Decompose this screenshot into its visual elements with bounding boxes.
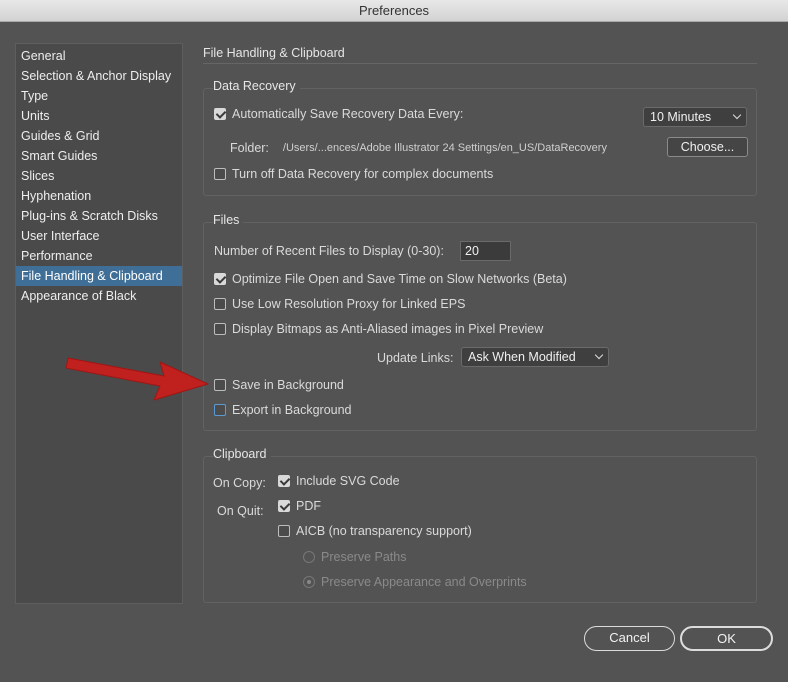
recent-files-label: Number of Recent Files to Display (0-30)… — [214, 244, 444, 258]
files-title: Files — [213, 213, 244, 227]
turn-off-recovery-row[interactable]: Turn off Data Recovery for complex docum… — [214, 167, 493, 181]
include-svg-row[interactable]: Include SVG Code — [278, 474, 400, 488]
sidebar-item-guides-grid[interactable]: Guides & Grid — [16, 126, 182, 146]
sidebar-item-smart-guides[interactable]: Smart Guides — [16, 146, 182, 166]
sidebar-item-file-handling-clipboard[interactable]: File Handling & Clipboard — [16, 266, 182, 286]
save-in-background-row[interactable]: Save in Background — [214, 378, 344, 392]
folder-row: Folder: /Users/...ences/Adobe Illustrato… — [230, 141, 607, 155]
pane-title-divider — [203, 63, 757, 64]
clipboard-group: Clipboard On Copy: Include SVG Code On Q… — [203, 447, 757, 603]
aicb-label: AICB (no transparency support) — [296, 524, 472, 538]
save-in-background-checkbox-icon[interactable] — [214, 379, 226, 391]
update-links-select[interactable]: Ask When Modified — [461, 347, 609, 367]
optimize-label: Optimize File Open and Save Time on Slow… — [232, 272, 567, 286]
aicb-checkbox-icon[interactable] — [278, 525, 290, 537]
recovery-interval-select[interactable]: 10 Minutes — [643, 107, 747, 127]
on-quit-label: On Quit: — [217, 504, 264, 518]
recent-files-row: Number of Recent Files to Display (0-30)… — [214, 244, 444, 258]
sidebar-item-selection-anchor-display[interactable]: Selection & Anchor Display — [16, 66, 182, 86]
auto-save-checkbox-icon[interactable] — [214, 108, 226, 120]
data-recovery-title: Data Recovery — [213, 79, 300, 93]
anti-aliased-bitmaps-row[interactable]: Display Bitmaps as Anti-Aliased images i… — [214, 322, 543, 336]
optimize-row[interactable]: Optimize File Open and Save Time on Slow… — [214, 272, 567, 286]
sidebar-item-performance[interactable]: Performance — [16, 246, 182, 266]
folder-label: Folder: — [230, 141, 269, 155]
clipboard-title: Clipboard — [213, 447, 271, 461]
pane-title: File Handling & Clipboard — [203, 46, 345, 60]
files-group: Files Number of Recent Files to Display … — [203, 213, 757, 431]
preserve-paths-label: Preserve Paths — [321, 550, 407, 564]
sidebar-item-units[interactable]: Units — [16, 106, 182, 126]
on-copy-label-row: On Copy: — [213, 476, 266, 490]
export-in-background-label: Export in Background — [232, 403, 352, 417]
low-res-proxy-row[interactable]: Use Low Resolution Proxy for Linked EPS — [214, 297, 465, 311]
preserve-appearance-label: Preserve Appearance and Overprints — [321, 575, 527, 589]
sidebar-item-plugins-scratch-disks[interactable]: Plug-ins & Scratch Disks — [16, 206, 182, 226]
auto-save-row[interactable]: Automatically Save Recovery Data Every: — [214, 107, 463, 121]
aicb-row[interactable]: AICB (no transparency support) — [278, 524, 472, 538]
include-svg-checkbox-icon[interactable] — [278, 475, 290, 487]
update-links-value: Ask When Modified — [468, 350, 576, 364]
low-res-proxy-checkbox-icon[interactable] — [214, 298, 226, 310]
include-svg-label: Include SVG Code — [296, 474, 400, 488]
recovery-interval-value: 10 Minutes — [650, 110, 712, 124]
sidebar-item-user-interface[interactable]: User Interface — [16, 226, 182, 246]
chevron-down-icon — [594, 350, 604, 360]
preserve-appearance-row: Preserve Appearance and Overprints — [303, 575, 527, 589]
sidebar-item-appearance-of-black[interactable]: Appearance of Black — [16, 286, 182, 306]
anti-aliased-bitmaps-checkbox-icon[interactable] — [214, 323, 226, 335]
folder-path: /Users/...ences/Adobe Illustrator 24 Set… — [282, 142, 607, 154]
chevron-down-icon — [732, 110, 742, 120]
save-in-background-label: Save in Background — [232, 378, 344, 392]
red-arrow-annotation-icon — [65, 357, 209, 401]
low-res-proxy-label: Use Low Resolution Proxy for Linked EPS — [232, 297, 466, 311]
ok-button[interactable]: OK — [680, 626, 773, 651]
sidebar-item-hyphenation[interactable]: Hyphenation — [16, 186, 182, 206]
pdf-row[interactable]: PDF — [278, 499, 321, 513]
cancel-button[interactable]: Cancel — [584, 626, 675, 651]
export-in-background-checkbox-icon[interactable] — [214, 404, 226, 416]
choose-folder-button[interactable]: Choose... — [667, 137, 748, 157]
update-links-row: Update Links: — [377, 351, 453, 365]
preserve-paths-row: Preserve Paths — [303, 550, 406, 564]
turn-off-recovery-checkbox-icon[interactable] — [214, 168, 226, 180]
window-titlebar: Preferences — [0, 0, 788, 22]
on-copy-label: On Copy: — [213, 476, 266, 490]
recent-files-input[interactable]: 20 — [460, 241, 511, 261]
auto-save-label: Automatically Save Recovery Data Every: — [232, 107, 464, 121]
anti-aliased-bitmaps-label: Display Bitmaps as Anti-Aliased images i… — [232, 322, 544, 336]
data-recovery-group: Data Recovery Automatically Save Recover… — [203, 79, 757, 196]
optimize-checkbox-icon[interactable] — [214, 273, 226, 285]
sidebar-item-slices[interactable]: Slices — [16, 166, 182, 186]
update-links-label: Update Links: — [377, 351, 454, 365]
export-in-background-row[interactable]: Export in Background — [214, 403, 352, 417]
preferences-sidebar: General Selection & Anchor Display Type … — [15, 43, 183, 604]
pdf-checkbox-icon[interactable] — [278, 500, 290, 512]
pdf-label: PDF — [296, 499, 321, 513]
sidebar-item-type[interactable]: Type — [16, 86, 182, 106]
on-quit-label-row: On Quit: — [217, 504, 264, 518]
preserve-paths-radio-icon — [303, 551, 315, 563]
preserve-appearance-radio-icon — [303, 576, 315, 588]
sidebar-item-general[interactable]: General — [16, 46, 182, 66]
turn-off-recovery-label: Turn off Data Recovery for complex docum… — [232, 167, 494, 181]
window-title: Preferences — [358, 3, 430, 18]
